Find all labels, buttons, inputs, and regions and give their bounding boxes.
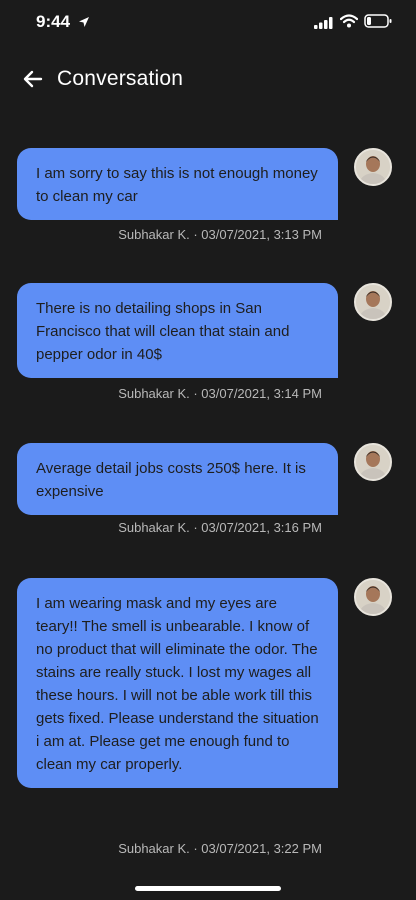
user-avatar-icon [356, 580, 390, 614]
message-meta: Subhakar K. · 03/07/2021, 3:14 PM [118, 386, 322, 401]
cellular-signal-icon [314, 16, 334, 34]
message-meta: Subhakar K. · 03/07/2021, 3:16 PM [118, 520, 322, 535]
location-arrow-icon [78, 15, 90, 33]
status-bar: 9:44 [0, 0, 416, 46]
avatar [354, 578, 392, 616]
message-bubble: There is no detailing shops in San Franc… [17, 283, 338, 378]
wifi-icon [339, 14, 359, 33]
message-meta: Subhakar K. · 03/07/2021, 3:22 PM [118, 841, 322, 856]
user-avatar-icon [356, 150, 390, 184]
user-avatar-icon [356, 445, 390, 479]
back-arrow-icon [23, 70, 43, 88]
message-bubble: I am wearing mask and my eyes are teary!… [17, 578, 338, 788]
page-title: Conversation [57, 67, 184, 90]
battery-icon [364, 14, 392, 33]
message-bubble: I am sorry to say this is not enough mon… [17, 148, 338, 220]
user-avatar-icon [356, 285, 390, 319]
avatar [354, 443, 392, 481]
home-indicator[interactable] [135, 886, 281, 891]
avatar [354, 283, 392, 321]
status-time: 9:44 [36, 12, 71, 31]
message-meta: Subhakar K. · 03/07/2021, 3:13 PM [118, 227, 322, 242]
back-button[interactable] [20, 66, 46, 92]
app-header: Conversation [0, 56, 416, 106]
avatar [354, 148, 392, 186]
message-bubble: Average detail jobs costs 250$ here. It … [17, 443, 338, 515]
